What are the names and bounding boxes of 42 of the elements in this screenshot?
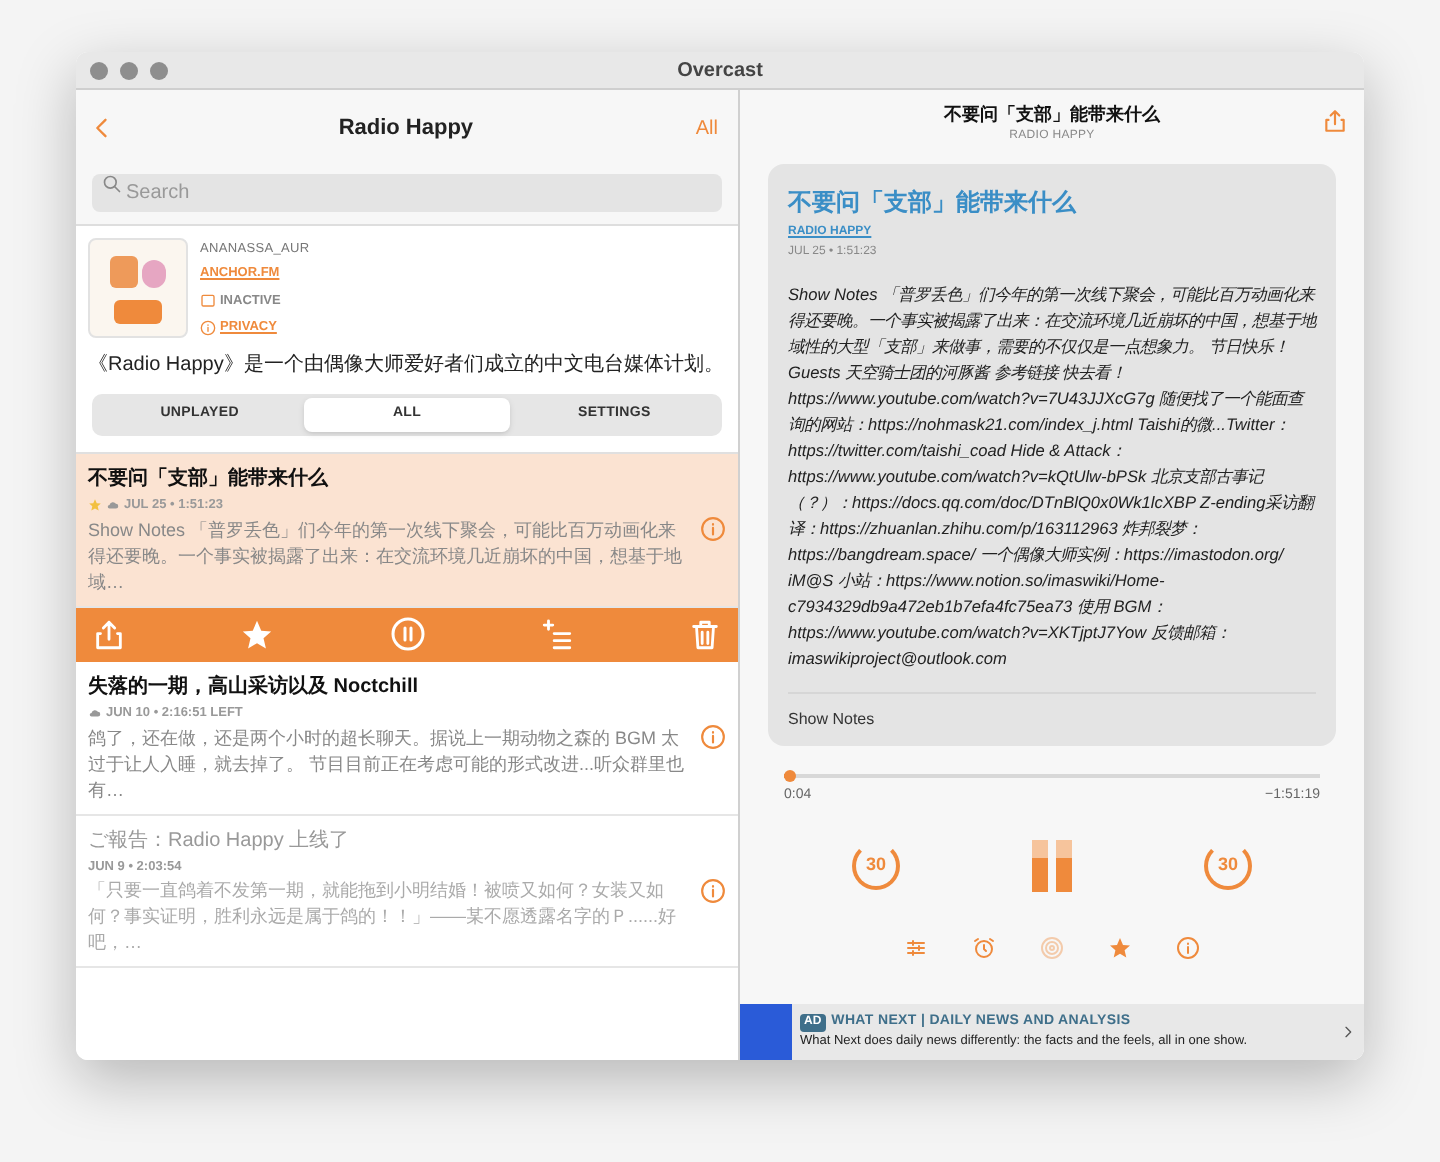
star-icon[interactable] (88, 498, 102, 513)
card-title: 不要问「支部」能带来什么 (788, 186, 1079, 220)
info-icon[interactable] (200, 320, 216, 337)
cloud-icon[interactable] (106, 498, 120, 513)
podcast-title: Radio Happy (336, 113, 476, 144)
pause-icon[interactable] (389, 616, 425, 653)
filter-button[interactable]: All (695, 113, 726, 143)
chevron-right-icon[interactable] (1340, 1024, 1356, 1040)
info-icon[interactable] (1176, 935, 1200, 959)
calendar-icon[interactable] (200, 292, 216, 309)
progress-thumb[interactable] (783, 770, 796, 782)
info-icon[interactable] (700, 877, 726, 904)
window-title: Overcast (675, 57, 765, 85)
search-field[interactable]: Search (92, 174, 722, 212)
star-icon[interactable] (240, 617, 275, 652)
episode-title: 不要问「支部」能带来什么 (88, 465, 330, 494)
episode-summary: 鸽了，还在做，还是两个小时的超长聊天。据说上一期动物之森的 BGM 太过于让人入睡，就去掉了。 节目目前正在考虑可能的形式改进...听众群里也有… (88, 725, 687, 803)
trash-icon[interactable] (688, 617, 722, 652)
episode-title: 失落的一期，高山采访以及 Noctchill (88, 672, 421, 702)
add-to-queue-icon[interactable] (539, 617, 574, 652)
podcast-artwork (88, 238, 188, 338)
sliders-icon[interactable] (904, 935, 928, 959)
show-notes-label: Show Notes (788, 708, 877, 732)
episode-summary: Show Notes 「普罗丢色」们今年的第一次线下聚会，可能比百万动画化来得还要晚。一个事实被揭露了出来：在交流环境几近崩坏的中国，想基于地域… (88, 517, 684, 596)
close-button[interactable] (90, 61, 108, 79)
star-icon[interactable] (1108, 935, 1132, 959)
show-notes-text: Show Notes 「普罗丢色」们今年的第一次线下聚会，可能比百万动画化来得还要晚。一个事实被揭露了出来：在交流环境几近崩坏的中国，想基于地域性的大型「支部」来做事，需要的不仅仅是一点想象力。 节日快乐！ Guests 天空骑士团的河豚酱 参考链接 快去看！https://www.youtube.com/watch?v=7U43JJXcG7g 随便找了一个能面查询的网站：https://nohmask21.com/index_j.html Taishi的微...Twitter：https://twitter.com/taishi_coad Hide & Attack：https://www.youtube.com/watch?v=kQtUlw-bPSk 北京支部古事记（？）：https://docs.qq.com/doc/DTnBlQ0x0Wk1lcXBP Z-ending采访翻译：https://zhuanlan.zhihu.com/p/163112963 炸邦裂梦：https://bangdream.space/ 一个偶像大师实例：https://imastodon.org/ iM@S 小站：https://www.notion.so/imaswiki/Home-c7934329db9a472eb1b7efa4fc75ea73 使用 BGM：https://www.youtube.com/watch?v=XKTjptJ7Yow 反馈邮箱：imaswikiproject@outlook.com (788, 282, 1316, 672)
episode-title: ご報告：Radio Happy 上线了 (88, 827, 352, 855)
share-icon[interactable] (92, 617, 126, 652)
minimize-button[interactable] (120, 61, 138, 79)
info-icon[interactable] (700, 516, 726, 543)
share-icon[interactable] (1322, 108, 1348, 134)
ad-artwork (740, 1004, 792, 1060)
episode-summary: 「只要一直鸽着不发第一期，就能拖到小明结婚！被喷又如何？女装又如何？事实证明，胜利永远是属于鸽的！！」——某不愿透露名字的Ｐ......好吧，… (88, 878, 679, 957)
alarm-clock-icon[interactable] (972, 935, 996, 959)
pause-button[interactable] (1032, 839, 1072, 891)
cloud-icon[interactable] (88, 706, 102, 721)
search-icon[interactable] (102, 174, 122, 194)
info-icon[interactable] (700, 724, 726, 751)
now-playing-title: 不要问「支部」能带来什么 (944, 101, 1160, 128)
podcast-description: 《Radio Happy》是一个由偶像大师爱好者们成立的中文电台媒体计划。 (86, 351, 726, 380)
zoom-button[interactable] (150, 61, 168, 79)
